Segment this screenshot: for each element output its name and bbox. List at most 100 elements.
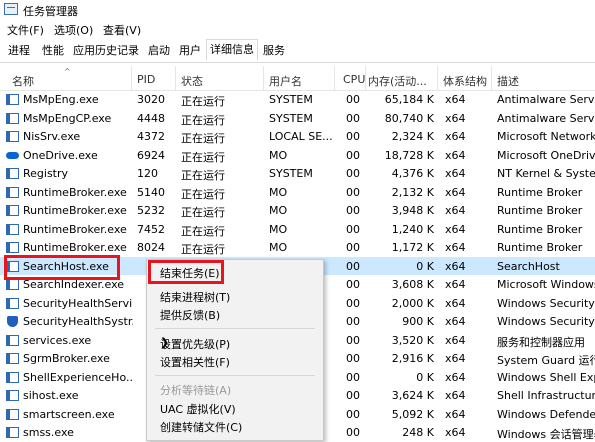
cell-cpu: 00 xyxy=(346,93,360,106)
process-icon xyxy=(6,390,19,401)
menu-item-end-task[interactable]: 结束任务(E) xyxy=(147,263,323,281)
cell-cpu: 00 xyxy=(346,222,360,236)
cell-architecture: x64 xyxy=(445,259,466,273)
cell-description: Microsoft Network xyxy=(497,130,595,143)
menu-item-label: 创建转储文件(C) xyxy=(160,421,243,434)
table-row[interactable]: RuntimeBroker.exe 7452 正在运行 MO 00 1,240 K x64 R… xyxy=(0,220,595,239)
cell-name: SearchHost.exe xyxy=(23,259,109,273)
table-row[interactable]: MsMpEng.exe 3020 正在运行 SYSTEM 00 65,184 K x64 An… xyxy=(0,90,595,109)
tab-app-history[interactable]: 应用历史记录 xyxy=(72,40,140,61)
security-shield-icon xyxy=(6,316,19,327)
column-name[interactable]: 名称 xyxy=(12,73,34,89)
cell-description: Windows Defender xyxy=(497,407,595,421)
tab-details[interactable]: 详细信息 xyxy=(206,39,258,61)
cell-memory: 900 K xyxy=(402,315,434,328)
column-username[interactable]: 用户名 xyxy=(269,73,302,89)
menu-options[interactable]: 选项(O) xyxy=(54,22,93,38)
menu-item-end-process-tree[interactable]: 结束进程树(T) xyxy=(147,287,323,305)
column-memory[interactable]: 内存(活动... xyxy=(368,73,427,89)
menu-item-uac-virtualization[interactable]: UAC 虚拟化(V) xyxy=(147,399,323,417)
cell-cpu: 00 xyxy=(346,278,360,291)
cell-pid: 8024 xyxy=(137,241,165,254)
table-row[interactable]: RuntimeBroker.exe 8024 正在运行 MO 00 1,172 K x64 R… xyxy=(0,238,595,257)
cell-description: NT Kernel & System xyxy=(497,167,595,180)
column-description[interactable]: 描述 xyxy=(497,73,519,89)
cell-name: OneDrive.exe xyxy=(23,148,98,162)
table-row[interactable]: RuntimeBroker.exe 5232 正在运行 MO 00 3,948 K x64 R… xyxy=(0,201,595,220)
cell-memory: 18,728 K xyxy=(384,148,434,162)
menu-view[interactable]: 查看(V) xyxy=(103,22,141,38)
menu-item-create-dump-file[interactable]: 创建转储文件(C) xyxy=(147,417,323,435)
cell-name: SecurityHealthServi... xyxy=(23,296,133,310)
cell-name: smss.exe xyxy=(23,426,74,439)
cell-cpu: 00 xyxy=(346,204,360,217)
cell-description: Windows Shell Expe xyxy=(497,370,595,384)
tab-services[interactable]: 服务 xyxy=(260,40,288,61)
cell-pid: 120 xyxy=(137,167,158,180)
table-row[interactable]: MsMpEngCP.exe 4448 正在运行 SYSTEM 00 80,740 K x64… xyxy=(0,109,595,128)
menu-item-feedback[interactable]: 提供反馈(B) xyxy=(147,305,323,323)
cell-cpu: 00 xyxy=(346,296,360,310)
cell-architecture: x64 xyxy=(445,167,466,180)
cell-memory: 2,916 K xyxy=(391,352,434,365)
cell-cpu: 00 xyxy=(346,167,360,180)
cell-description: Runtime Broker xyxy=(497,204,583,217)
cell-description: System Guard 运行时 xyxy=(497,354,595,367)
menu-item-set-affinity[interactable]: 设置相关性(F) xyxy=(147,352,323,370)
cell-pid: 6924 xyxy=(137,148,165,162)
cell-name: RuntimeBroker.exe xyxy=(23,204,127,217)
cell-memory: 3,608 K xyxy=(391,278,434,291)
cell-memory: 2,132 K xyxy=(391,185,434,199)
cell-status: 正在运行 xyxy=(181,206,225,219)
menu-file[interactable]: 文件(F) xyxy=(7,22,44,38)
cell-name: smartscreen.exe xyxy=(23,407,115,421)
table-row[interactable]: RuntimeBroker.exe 5140 正在运行 MO 00 2,132 K x64 R… xyxy=(0,183,595,202)
table-row[interactable]: NisSrv.exe 4372 正在运行 LOCAL SE... 00 2,324 K x6… xyxy=(0,127,595,146)
column-divider[interactable] xyxy=(334,66,335,90)
column-divider[interactable] xyxy=(365,66,366,90)
cell-description: Microsoft OneDrive xyxy=(497,148,595,162)
column-pid[interactable]: PID xyxy=(137,73,155,86)
process-icon xyxy=(6,353,19,364)
task-manager-icon xyxy=(4,3,18,15)
menu-item-set-priority[interactable]: 设置优先级(P) ❯ xyxy=(147,334,323,352)
column-divider[interactable] xyxy=(491,66,492,90)
column-status[interactable]: 状态 xyxy=(181,73,203,89)
process-icon xyxy=(6,131,19,142)
window-title: 任务管理器 xyxy=(23,5,78,18)
cell-status: 正在运行 xyxy=(181,113,225,127)
onedrive-cloud-icon xyxy=(6,150,19,161)
cell-username: MO xyxy=(269,148,288,162)
cell-description: Windows Security H xyxy=(497,296,595,310)
tab-users[interactable]: 用户 xyxy=(176,40,204,61)
cell-architecture: x64 xyxy=(445,407,466,421)
cell-name: RuntimeBroker.exe xyxy=(23,241,127,254)
cell-memory: 2,000 K xyxy=(391,296,434,310)
column-cpu[interactable]: CPU xyxy=(343,73,365,86)
cell-username: LOCAL SE... xyxy=(269,130,333,143)
table-row[interactable]: OneDrive.exe 6924 正在运行 MO 00 18,728 K x64 Micro… xyxy=(0,146,595,165)
cell-name: RuntimeBroker.exe xyxy=(23,185,127,199)
cell-cpu: 00 xyxy=(346,185,360,199)
cell-username: MO xyxy=(269,204,288,217)
cell-name: RuntimeBroker.exe xyxy=(23,222,127,236)
column-divider[interactable] xyxy=(263,66,264,90)
column-divider[interactable] xyxy=(175,66,176,90)
column-divider[interactable] xyxy=(131,66,132,90)
tab-startup[interactable]: 启动 xyxy=(144,40,174,61)
process-icon xyxy=(6,94,19,105)
column-divider[interactable] xyxy=(437,66,438,90)
cell-status: 正在运行 xyxy=(181,150,225,164)
tab-processes[interactable]: 进程 xyxy=(4,40,34,61)
cell-memory: 4,376 K xyxy=(391,167,434,180)
cell-name: SecurityHealthSystr... xyxy=(23,315,133,328)
cell-architecture: x64 xyxy=(445,204,466,217)
table-row[interactable]: Registry 120 正在运行 SYSTEM 00 4,376 K x64 NT Kern… xyxy=(0,164,595,183)
cell-username: MO xyxy=(269,222,288,236)
tab-performance[interactable]: 性能 xyxy=(38,40,68,61)
column-architecture[interactable]: 体系结构 xyxy=(443,73,487,89)
cell-cpu: 00 xyxy=(346,333,360,347)
cell-memory: 80,740 K xyxy=(384,111,434,125)
menu-item-label: 结束任务(E) xyxy=(160,267,220,280)
cell-description: Shell Infrastructure xyxy=(497,389,595,402)
